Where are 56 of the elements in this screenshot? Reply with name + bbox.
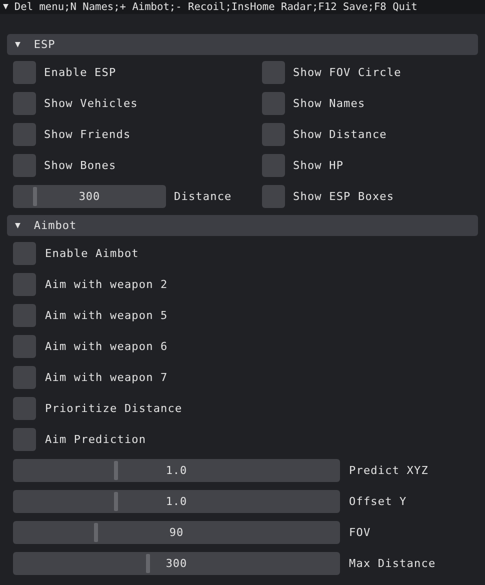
checkbox[interactable]	[13, 242, 36, 265]
slider[interactable]: 300	[13, 185, 166, 208]
checkbox[interactable]	[262, 61, 285, 84]
checkbox[interactable]	[262, 123, 285, 146]
checkbox-label: Aim with weapon 7	[45, 371, 168, 384]
slider-value: 1.0	[166, 464, 188, 477]
checkbox-label: Aim Prediction	[45, 433, 146, 446]
slider[interactable]: 300	[13, 552, 340, 575]
checkbox-label: Enable ESP	[44, 66, 116, 79]
checkbox-label: Aim with weapon 6	[45, 340, 168, 353]
slider-label: Distance	[174, 190, 232, 203]
checkbox[interactable]	[13, 92, 36, 115]
section-header[interactable]: ▼ ESP	[7, 34, 478, 55]
checkbox[interactable]	[13, 397, 36, 420]
window-title: Del menu;N Names;+ Aimbot;- Recoil;InsHome Radar;F12 Save;F8 Quit	[14, 1, 418, 13]
checkbox[interactable]	[262, 185, 285, 208]
checkbox-label: Aim with weapon 2	[45, 278, 168, 291]
collapse-arrow[interactable]: ▼	[3, 2, 8, 12]
checkbox-label: Prioritize Distance	[45, 402, 182, 415]
slider-thumb[interactable]	[114, 461, 118, 480]
checkbox-label: Show Names	[293, 97, 366, 110]
checkbox-label: Show Friends	[44, 128, 131, 141]
slider-thumb[interactable]	[94, 523, 98, 542]
checkbox[interactable]	[13, 428, 36, 451]
checkbox[interactable]	[13, 123, 36, 146]
checkbox-label: Show Vehicles	[44, 97, 138, 110]
checkbox-label: Show HP	[293, 159, 344, 172]
slider-thumb[interactable]	[114, 492, 118, 511]
slider-label: FOV	[349, 526, 371, 539]
slider-thumb[interactable]	[146, 554, 150, 573]
slider-label: Predict XYZ	[349, 464, 428, 477]
checkbox-label: Enable Aimbot	[45, 247, 139, 260]
slider-value: 1.0	[166, 495, 188, 508]
section-header[interactable]: ▼ Aimbot	[7, 215, 478, 236]
checkbox-label: Show Bones	[44, 159, 116, 172]
checkbox-label: Show Distance	[293, 128, 387, 141]
slider-value: 90	[169, 526, 184, 539]
slider-value: 300	[166, 557, 188, 570]
checkbox[interactable]	[13, 304, 36, 327]
slider-value: 300	[78, 190, 100, 203]
slider[interactable]: 1.0	[13, 490, 340, 513]
checkbox[interactable]	[13, 273, 36, 296]
checkbox-label: Show FOV Circle	[293, 66, 402, 79]
checkbox[interactable]	[262, 92, 285, 115]
slider[interactable]: 90	[13, 521, 340, 544]
slider[interactable]: 1.0	[13, 459, 340, 482]
checkbox[interactable]	[262, 154, 285, 177]
checkbox[interactable]	[13, 335, 36, 358]
checkbox-label: Aim with weapon 5	[45, 309, 168, 322]
checkbox[interactable]	[13, 366, 36, 389]
slider-label: Max Distance	[349, 557, 436, 570]
slider-thumb[interactable]	[33, 187, 38, 206]
checkbox[interactable]	[13, 154, 36, 177]
checkbox-label: Show ESP Boxes	[293, 190, 394, 203]
checkbox[interactable]	[13, 61, 36, 84]
slider-label: Offset Y	[349, 495, 407, 508]
